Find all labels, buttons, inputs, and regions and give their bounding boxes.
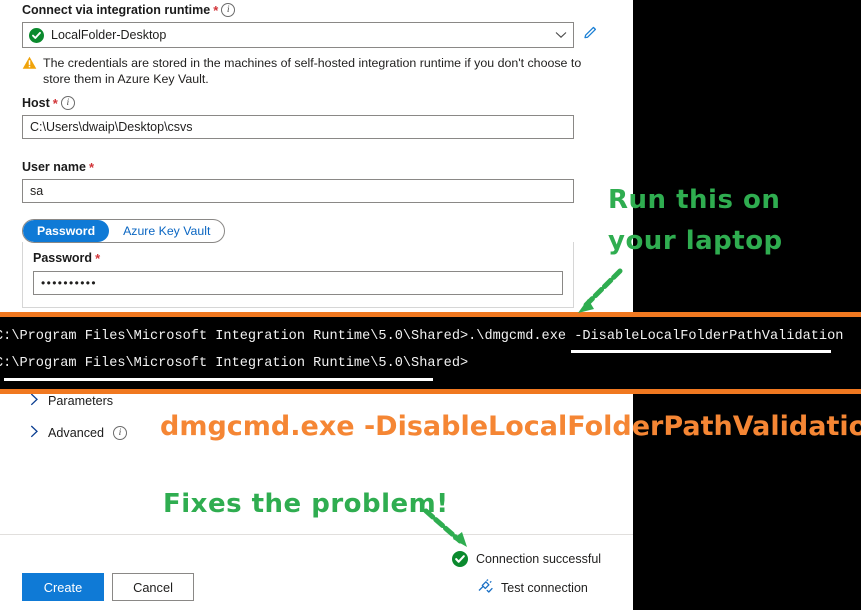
chevron-down-icon[interactable]	[555, 28, 567, 42]
info-icon[interactable]: i	[221, 3, 236, 17]
green-check-icon	[452, 551, 468, 567]
password-label: Password *	[33, 251, 563, 265]
annotation-arrow-top	[578, 268, 623, 313]
integration-runtime-select[interactable]: LocalFolder-Desktop	[22, 22, 574, 48]
chevron-right-icon	[30, 393, 39, 409]
user-name-input[interactable]	[22, 179, 574, 203]
integration-runtime-label-text: Connect via integration runtime	[22, 3, 211, 17]
create-button[interactable]: Create	[22, 573, 104, 601]
section-parameters-label: Parameters	[48, 394, 114, 408]
credentials-warning: The credentials are stored in the machin…	[22, 55, 582, 87]
test-connection-link[interactable]: Test connection	[476, 579, 588, 597]
terminal-line-2: C:\Program Files\Microsoft Integration R…	[0, 356, 469, 371]
integration-runtime-field: Connect via integration runtime * i Loca…	[22, 3, 599, 87]
connection-status-text: Connection successful	[476, 552, 602, 566]
terminal-line-1: C:\Program Files\Microsoft Integration R…	[0, 329, 844, 344]
tab-password[interactable]: Password	[23, 220, 110, 242]
cancel-button[interactable]: Cancel	[112, 573, 194, 601]
user-name-label-text: User name	[22, 160, 86, 174]
green-check-icon	[29, 27, 44, 43]
password-input[interactable]	[33, 271, 563, 295]
command-prompt-overlay: C:\Program Files\Microsoft Integration R…	[0, 312, 861, 394]
pencil-edit-icon[interactable]	[582, 24, 599, 46]
section-advanced[interactable]: Advanced i	[30, 423, 128, 443]
required-asterisk: *	[88, 159, 94, 175]
required-asterisk: *	[213, 2, 219, 18]
host-input[interactable]	[22, 115, 574, 139]
terminal-underline-1	[571, 350, 831, 353]
section-parameters[interactable]: Parameters	[30, 391, 113, 411]
terminal-underline-2	[4, 378, 433, 381]
annotation-command: dmgcmd.exe -DisableLocalFolderPathValida…	[160, 411, 861, 442]
test-connection-text: Test connection	[501, 581, 588, 595]
password-label-text: Password	[33, 251, 93, 265]
auth-section: Password Azure Key Vault Password *	[22, 219, 574, 308]
connection-status: Connection successful	[452, 551, 601, 567]
required-asterisk: *	[95, 250, 101, 266]
auth-type-tabs: Password Azure Key Vault	[22, 219, 226, 243]
integration-runtime-row: LocalFolder-Desktop	[22, 22, 599, 48]
password-card: Password *	[22, 242, 574, 308]
host-label: Host * i	[22, 96, 574, 110]
credentials-warning-text: The credentials are stored in the machin…	[43, 56, 582, 86]
info-icon[interactable]: i	[60, 96, 75, 110]
host-field: Host * i	[22, 96, 574, 139]
warning-triangle-icon	[22, 56, 37, 87]
annotation-run-this-line2: your laptop	[608, 226, 783, 256]
section-advanced-label: Advanced	[48, 426, 105, 440]
user-name-field: User name *	[22, 160, 574, 203]
host-label-text: Host	[22, 96, 50, 110]
tab-azure-key-vault[interactable]: Azure Key Vault	[109, 220, 224, 242]
chevron-right-icon	[30, 425, 39, 441]
annotation-arrow-bottom	[423, 508, 467, 547]
plug-connect-icon	[476, 579, 493, 597]
user-name-label: User name *	[22, 160, 574, 174]
integration-runtime-label: Connect via integration runtime * i	[22, 3, 599, 17]
info-icon[interactable]: i	[113, 426, 128, 440]
required-asterisk: *	[52, 95, 58, 111]
footer-divider	[0, 534, 633, 535]
annotation-fixes-problem: Fixes the problem!	[163, 489, 449, 519]
annotation-run-this-line1: Run this on	[608, 185, 781, 215]
integration-runtime-value: LocalFolder-Desktop	[51, 28, 167, 42]
